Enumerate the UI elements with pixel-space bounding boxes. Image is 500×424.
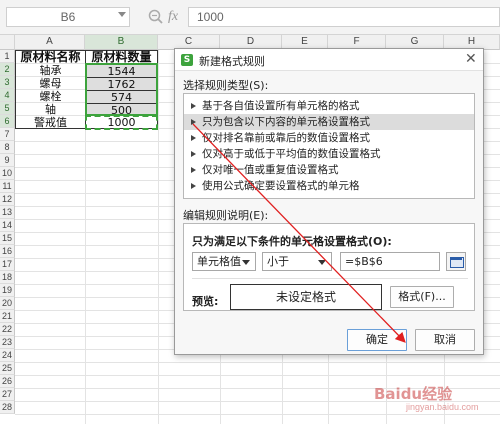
grid-column-line bbox=[158, 50, 159, 424]
row-header[interactable]: 2 bbox=[0, 63, 15, 76]
rule-type-label-text: 仅对唯一值或重复值设置格式 bbox=[202, 164, 339, 176]
grid-row-line bbox=[15, 362, 500, 363]
operator-select-text: 小于 bbox=[267, 255, 289, 268]
select-all-corner[interactable] bbox=[0, 35, 15, 50]
rule-type-item[interactable]: 仅对高于或低于平均值的数值设置格式 bbox=[184, 146, 474, 162]
row-header[interactable]: 25 bbox=[0, 362, 15, 375]
row-header[interactable]: 19 bbox=[0, 284, 15, 297]
header-cell-name[interactable]: 原材料名称 bbox=[16, 51, 85, 64]
row-header[interactable]: 22 bbox=[0, 323, 15, 336]
rule-type-item[interactable]: 仅对唯一值或重复值设置格式 bbox=[184, 162, 474, 178]
grid-row-line bbox=[15, 375, 500, 376]
rule-type-item-selected[interactable]: 只为包含以下内容的单元格设置格式 bbox=[184, 114, 474, 130]
rule-type-label-text: 仅对排名靠前或靠后的数值设置格式 bbox=[202, 132, 370, 144]
column-header-b[interactable]: B bbox=[85, 35, 158, 50]
triangle-right-icon bbox=[191, 183, 196, 189]
row-header[interactable]: 11 bbox=[0, 180, 15, 193]
table-cell[interactable]: 螺栓 bbox=[16, 90, 85, 103]
dialog-titlebar[interactable]: S 新建格式规则 ✕ bbox=[175, 49, 483, 71]
row-header[interactable]: 5 bbox=[0, 102, 15, 115]
cancel-button[interactable]: 取消 bbox=[415, 329, 475, 351]
row-header[interactable]: 17 bbox=[0, 258, 15, 271]
preview-label: 预览: bbox=[192, 295, 219, 308]
row-header[interactable]: 23 bbox=[0, 336, 15, 349]
divider bbox=[192, 278, 468, 279]
formula-input[interactable]: 1000 bbox=[188, 7, 500, 27]
edit-description-label: 编辑规则说明(E): bbox=[183, 209, 269, 222]
row-header[interactable]: 8 bbox=[0, 141, 15, 154]
rule-type-label-text: 仅对高于或低于平均值的数值设置格式 bbox=[202, 148, 381, 160]
row-header[interactable]: 7 bbox=[0, 128, 15, 141]
row-header[interactable]: 1 bbox=[0, 50, 15, 63]
row-header[interactable]: 24 bbox=[0, 349, 15, 362]
column-header-a[interactable]: A bbox=[15, 35, 85, 50]
rule-type-label-text: 基于各自值设置所有单元格的格式 bbox=[202, 100, 360, 112]
cell-value-select-text: 单元格值 bbox=[197, 255, 241, 268]
row-header[interactable]: 18 bbox=[0, 271, 15, 284]
row-header[interactable]: 28 bbox=[0, 401, 15, 414]
rule-type-item[interactable]: 仅对排名靠前或靠后的数值设置格式 bbox=[184, 130, 474, 146]
app-logo-icon: S bbox=[181, 54, 193, 66]
format-button[interactable]: 格式(F)... bbox=[390, 286, 454, 308]
new-format-rule-dialog: S 新建格式规则 ✕ 选择规则类型(S): 基于各自值设置所有单元格的格式 只为… bbox=[174, 48, 484, 355]
triangle-right-icon bbox=[191, 103, 196, 109]
row-header[interactable]: 4 bbox=[0, 89, 15, 102]
row-header[interactable]: 13 bbox=[0, 206, 15, 219]
chevron-down-icon bbox=[242, 260, 250, 265]
dialog-title: 新建格式规则 bbox=[199, 55, 265, 68]
table-cell[interactable]: 螺母 bbox=[16, 77, 85, 90]
row-header[interactable]: 14 bbox=[0, 219, 15, 232]
formula-bar: B6 fx 1000 bbox=[0, 0, 500, 35]
selection-range bbox=[85, 63, 158, 116]
zoom-icon[interactable] bbox=[147, 8, 165, 26]
format-preview: 未设定格式 bbox=[230, 284, 382, 310]
grid-row-line bbox=[15, 414, 500, 415]
operator-select[interactable]: 小于 bbox=[262, 252, 332, 271]
edit-rule-panel: 只为满足以下条件的单元格设置格式(O): 单元格值 小于 =$B$6 预览: 未… bbox=[183, 223, 475, 311]
rule-type-list[interactable]: 基于各自值设置所有单元格的格式 只为包含以下内容的单元格设置格式 仅对排名靠前或… bbox=[183, 93, 475, 199]
row-header[interactable]: 15 bbox=[0, 232, 15, 245]
rule-type-label-text: 使用公式确定要设置格式的单元格 bbox=[202, 180, 360, 192]
rule-type-item[interactable]: 基于各自值设置所有单元格的格式 bbox=[184, 98, 474, 114]
triangle-right-icon bbox=[191, 135, 196, 141]
row-header[interactable]: 10 bbox=[0, 167, 15, 180]
watermark-sub: jingyan.baidu.com bbox=[406, 402, 479, 412]
watermark: Baidu经验 bbox=[374, 385, 453, 403]
table-cell[interactable]: 警戒值 bbox=[16, 116, 85, 129]
rule-type-label-text: 只为包含以下内容的单元格设置格式 bbox=[202, 116, 370, 128]
triangle-right-icon bbox=[191, 119, 196, 125]
rule-type-label: 选择规则类型(S): bbox=[183, 79, 269, 92]
row-header[interactable]: 27 bbox=[0, 388, 15, 401]
condition-label: 只为满足以下条件的单元格设置格式(O): bbox=[192, 235, 392, 248]
row-header[interactable]: 20 bbox=[0, 297, 15, 310]
row-header[interactable]: 9 bbox=[0, 154, 15, 167]
rule-type-item[interactable]: 使用公式确定要设置格式的单元格 bbox=[184, 178, 474, 194]
row-header[interactable]: 3 bbox=[0, 76, 15, 89]
name-box[interactable]: B6 bbox=[6, 7, 130, 27]
row-header[interactable]: 12 bbox=[0, 193, 15, 206]
row-header[interactable]: 6 bbox=[0, 115, 15, 128]
row-header[interactable]: 16 bbox=[0, 245, 15, 258]
fx-icon[interactable]: fx bbox=[168, 9, 178, 25]
row-header[interactable]: 21 bbox=[0, 310, 15, 323]
value-input[interactable]: =$B$6 bbox=[340, 252, 440, 271]
chevron-down-icon bbox=[318, 260, 326, 265]
table-cell[interactable]: 轴承 bbox=[16, 64, 85, 77]
triangle-right-icon bbox=[191, 167, 196, 173]
triangle-right-icon bbox=[191, 151, 196, 157]
close-icon[interactable]: ✕ bbox=[465, 51, 477, 67]
row-header[interactable]: 26 bbox=[0, 375, 15, 388]
ok-button[interactable]: 确定 bbox=[347, 329, 407, 351]
range-picker-icon[interactable] bbox=[446, 252, 466, 271]
chevron-down-icon[interactable] bbox=[118, 12, 126, 17]
marching-ants-selection bbox=[85, 115, 158, 130]
cell-value-select[interactable]: 单元格值 bbox=[192, 252, 256, 271]
table-cell[interactable]: 轴 bbox=[16, 103, 85, 116]
